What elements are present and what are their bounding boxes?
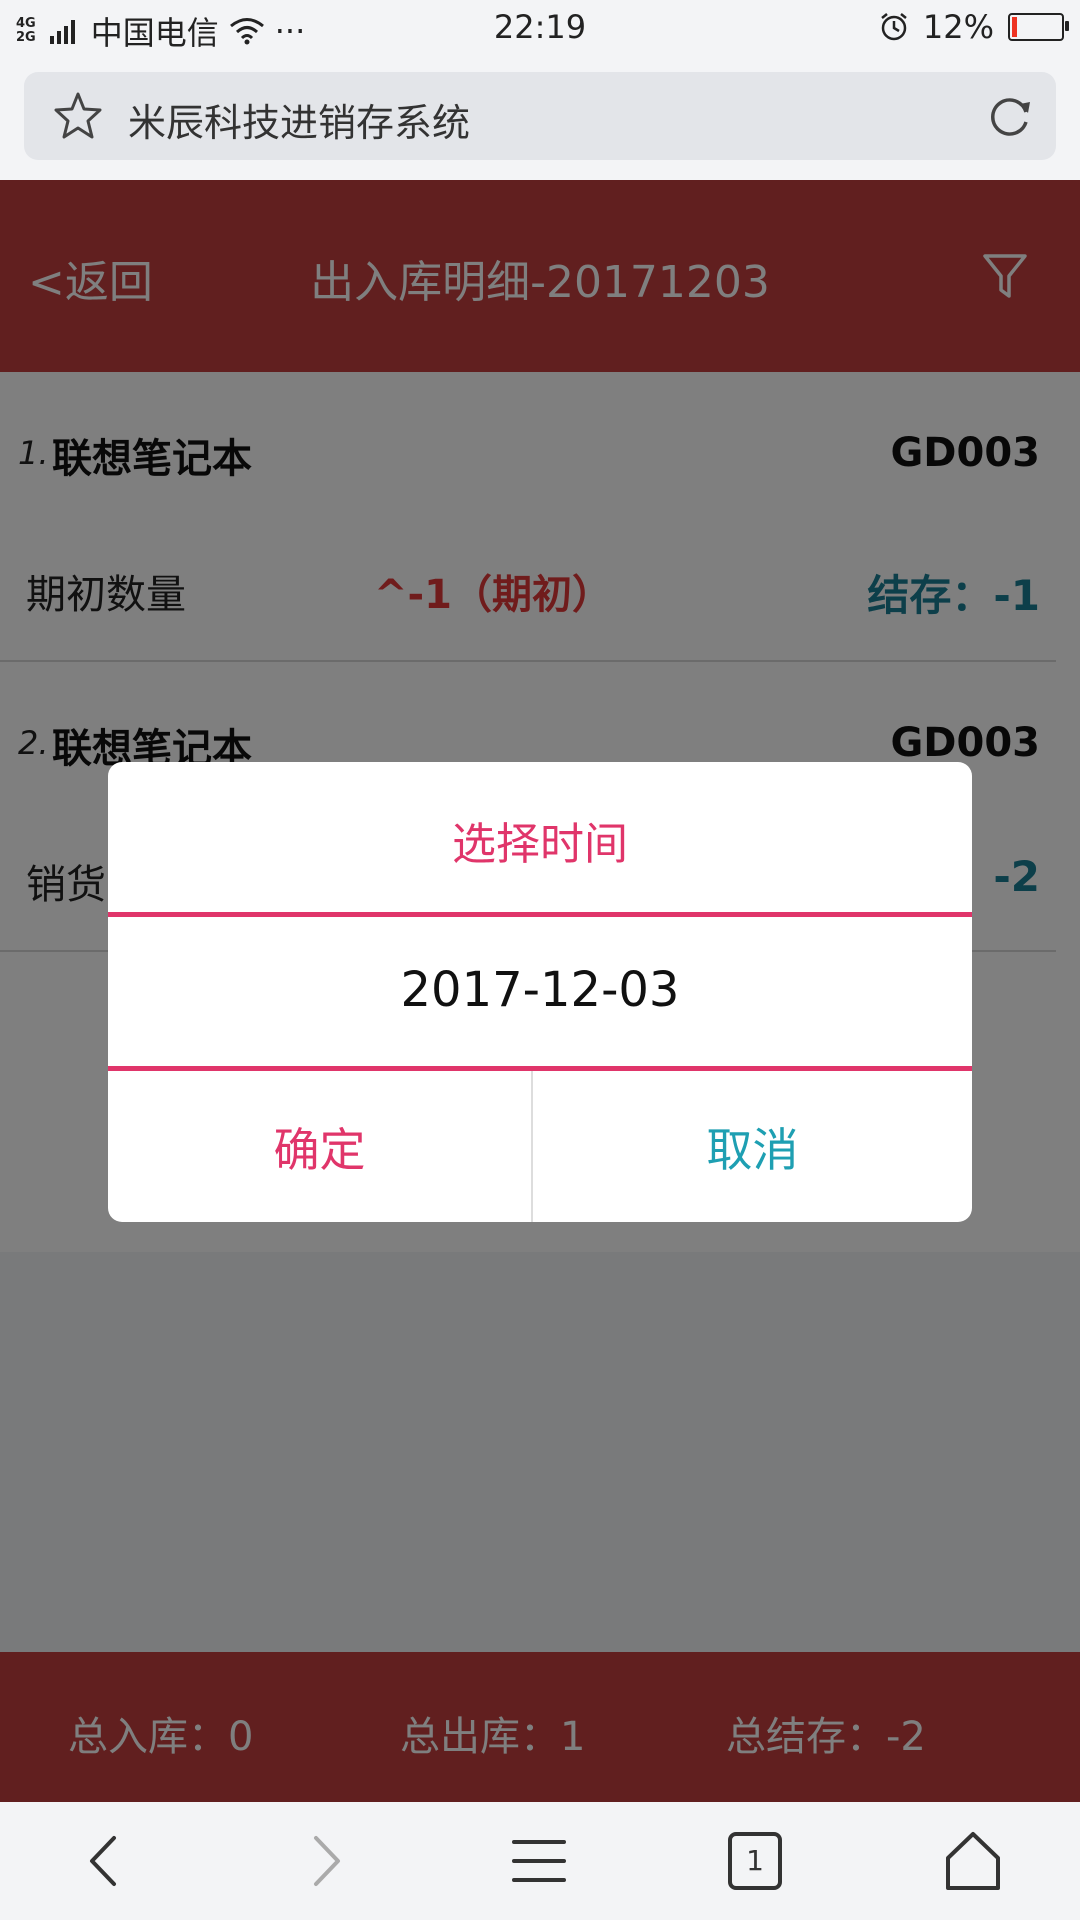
dialog-title: 选择时间 bbox=[452, 819, 628, 870]
tabs-button[interactable]: 1 bbox=[720, 1828, 790, 1894]
tab-count: 1 bbox=[746, 1844, 764, 1877]
divider bbox=[108, 912, 972, 917]
forward-arrow-icon[interactable] bbox=[288, 1828, 358, 1894]
menu-icon[interactable] bbox=[504, 1828, 574, 1894]
status-bar: 4G 2G 中国电信 ··· 22:19 12% bbox=[0, 0, 1080, 56]
battery-level bbox=[1012, 17, 1017, 37]
cancel-button[interactable]: 取消 bbox=[533, 1071, 972, 1222]
alarm-icon bbox=[881, 13, 907, 41]
bookmark-star-icon[interactable] bbox=[52, 90, 104, 142]
battery-percent: 12% bbox=[922, 8, 994, 46]
date-picker-dialog: 选择时间 2017-12-03 确定 取消 bbox=[108, 762, 972, 1222]
status-right: 12% bbox=[879, 8, 1069, 46]
reload-icon[interactable] bbox=[984, 90, 1036, 142]
browser-bottom-nav: 1 bbox=[0, 1802, 1080, 1920]
address-bar[interactable]: 米辰科技进销存系统 bbox=[24, 72, 1056, 160]
battery-icon bbox=[1008, 13, 1069, 41]
page-title[interactable]: 米辰科技进销存系统 bbox=[128, 92, 470, 147]
date-value[interactable]: 2017-12-03 bbox=[108, 962, 972, 1018]
back-arrow-icon[interactable] bbox=[72, 1828, 142, 1894]
confirm-button[interactable]: 确定 bbox=[108, 1071, 531, 1222]
home-icon[interactable] bbox=[938, 1828, 1008, 1894]
browser-toolbar: 米辰科技进销存系统 bbox=[0, 56, 1080, 180]
